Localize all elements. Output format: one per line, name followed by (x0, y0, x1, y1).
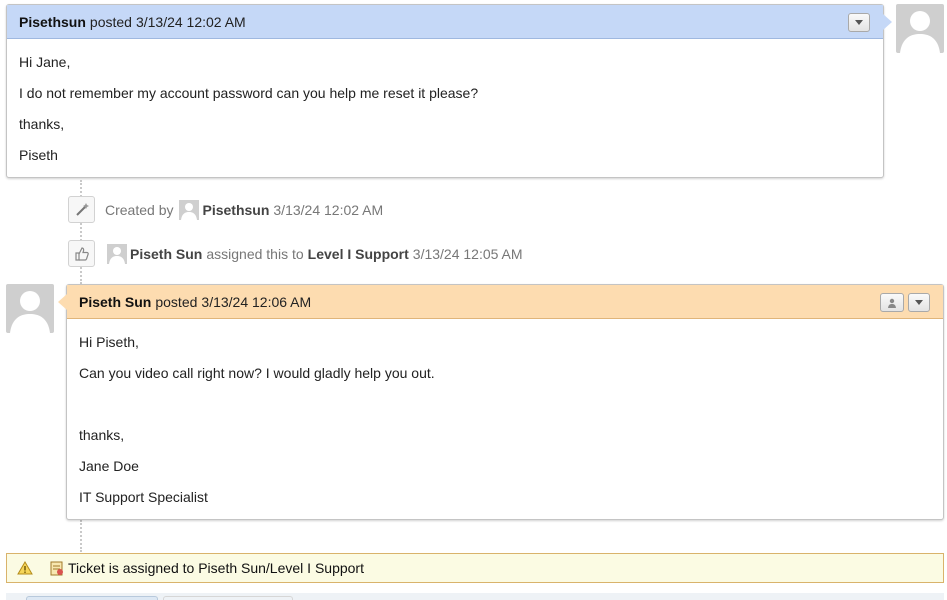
post-line: I do not remember my account password ca… (19, 85, 479, 101)
assignment-notice: Ticket is assigned to Piseth Sun/Level I… (6, 553, 944, 583)
notice-text: Ticket is assigned to Piseth Sun/Level I… (68, 560, 364, 576)
post-menu-button[interactable] (908, 293, 930, 312)
post-menu-button[interactable] (848, 13, 870, 32)
post-author[interactable]: Pisethsun (19, 14, 86, 30)
speech-pointer (58, 294, 67, 310)
avatar[interactable] (6, 284, 54, 333)
person-icon (888, 298, 896, 308)
event-user[interactable]: Pisethsun (202, 202, 269, 218)
post-line: thanks, (79, 427, 125, 443)
event-user[interactable]: Piseth Sun (130, 246, 202, 262)
post-line (79, 389, 931, 420)
post-verb: posted (155, 293, 198, 310)
post-author[interactable]: Piseth Sun (79, 294, 151, 310)
event-date: 3/13/24 12:05 AM (412, 245, 523, 262)
timeline-connector (80, 520, 82, 552)
chevron-down-icon (855, 20, 863, 25)
event-date: 3/13/24 12:02 AM (273, 201, 384, 218)
timeline-event-assigned: Piseth Sun assigned this to Level I Supp… (68, 240, 523, 267)
tab[interactable] (26, 596, 158, 600)
post-date: 3/13/24 12:06 AM (201, 293, 312, 310)
post-line: IT Support Specialist (79, 489, 208, 505)
avatar (179, 199, 200, 220)
avatar (107, 243, 127, 264)
post-line: Jane Doe (79, 458, 139, 474)
warning-icon (17, 561, 33, 575)
event-prefix: Created by (105, 201, 174, 218)
tab[interactable] (163, 596, 293, 600)
chevron-down-icon (915, 300, 923, 305)
post-body: Hi Jane, I do not remember my account pa… (7, 39, 883, 179)
post-visibility-button[interactable] (880, 293, 904, 312)
person-icon (900, 11, 940, 53)
post-header: Pisethsun posted 3/13/24 12:02 AM (7, 5, 892, 39)
post-message-2: Piseth Sun posted 3/13/24 12:06 AM Hi Pi… (58, 284, 944, 521)
timeline-event-created: Created by Pisethsun 3/13/24 12:02 AM (68, 196, 383, 223)
post-message-1: Pisethsun posted 3/13/24 12:02 AM Hi Jan… (6, 4, 892, 179)
post-header: Piseth Sun posted 3/13/24 12:06 AM (58, 285, 943, 319)
ticket-icon (50, 561, 63, 576)
post-body: Hi Piseth, Can you video call right now?… (67, 319, 943, 521)
post-line: Hi Jane, (19, 54, 71, 70)
person-icon (10, 291, 50, 333)
post-line: thanks, (19, 116, 65, 132)
event-target[interactable]: Level I Support (308, 246, 409, 262)
speech-pointer (883, 14, 892, 30)
event-verb: assigned this to (206, 245, 304, 262)
post-date: 3/13/24 12:02 AM (135, 13, 246, 30)
post-line: Hi Piseth, (79, 334, 139, 350)
post-verb: posted (89, 13, 132, 30)
avatar[interactable] (896, 4, 944, 53)
magic-wand-icon (68, 196, 95, 223)
post-line: Piseth (19, 147, 58, 163)
post-line: Can you video call right now? I would gl… (79, 365, 435, 381)
thumbs-up-icon (68, 240, 95, 267)
